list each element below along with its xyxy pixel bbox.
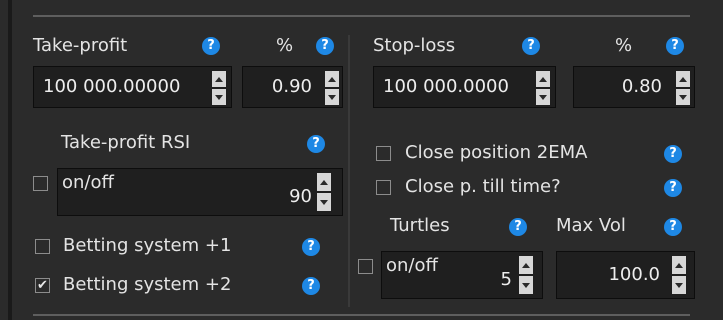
- arrow-down-icon: [675, 282, 683, 288]
- turtles-checkbox[interactable]: [358, 259, 373, 274]
- take-profit-percent-help-icon[interactable]: ?: [316, 37, 334, 55]
- take-profit-rsi-value: 90: [289, 185, 312, 207]
- take-profit-rsi-help-icon[interactable]: ?: [307, 135, 325, 153]
- take-profit-rsi-checkbox[interactable]: [33, 176, 48, 191]
- close-till-time-checkbox[interactable]: [376, 180, 391, 195]
- arrow-up-icon: [328, 76, 336, 82]
- turtles-spinner[interactable]: [519, 256, 533, 294]
- column-divider: [348, 35, 350, 307]
- take-profit-percent-increment-button[interactable]: [325, 71, 339, 87]
- close-till-time-label: Close p. till time?: [405, 176, 561, 197]
- max-vol-value: 100.0: [608, 264, 660, 285]
- stop-loss-decrement-button[interactable]: [536, 89, 550, 105]
- stop-loss-percent-decrement-button[interactable]: [676, 89, 690, 105]
- turtles-field[interactable]: on/off 5: [381, 251, 543, 299]
- close-position-2ema-label: Close position 2EMA: [405, 142, 588, 163]
- arrow-down-icon: [679, 94, 687, 100]
- take-profit-increment-button[interactable]: [212, 71, 226, 87]
- stop-loss-percent-help-icon[interactable]: ?: [666, 37, 684, 55]
- max-vol-spinner[interactable]: [672, 256, 686, 294]
- betting-system-2-checkbox[interactable]: ✔: [35, 278, 50, 293]
- take-profit-label: Take-profit: [33, 35, 128, 56]
- turtles-decrement-button[interactable]: [519, 276, 533, 294]
- stop-loss-label: Stop-loss: [373, 35, 456, 56]
- take-profit-percent-spinner[interactable]: [325, 71, 339, 105]
- turtles-toggle-label: on/off: [386, 255, 438, 276]
- arrow-down-icon: [539, 94, 547, 100]
- arrow-up-icon: [675, 262, 683, 268]
- stop-loss-value-field[interactable]: 100 000.0000: [373, 66, 556, 108]
- close-till-time-help-icon[interactable]: ?: [664, 179, 682, 197]
- close-position-2ema-checkbox[interactable]: [376, 146, 391, 161]
- arrow-up-icon: [539, 76, 547, 82]
- arrow-up-icon: [215, 76, 223, 82]
- stop-loss-help-icon[interactable]: ?: [522, 37, 540, 55]
- stop-loss-percent-spinner[interactable]: [676, 71, 690, 105]
- betting-system-2-help-icon[interactable]: ?: [302, 277, 320, 295]
- take-profit-percent-decrement-button[interactable]: [325, 89, 339, 105]
- stop-loss-percent-label: %: [615, 35, 633, 56]
- betting-system-1-label: Betting system +1: [63, 235, 232, 256]
- panel-bottom-border: [33, 314, 690, 316]
- take-profit-spinner[interactable]: [212, 71, 226, 105]
- close-position-2ema-help-icon[interactable]: ?: [664, 145, 682, 163]
- max-vol-help-icon[interactable]: ?: [664, 218, 682, 236]
- betting-system-1-checkbox[interactable]: [35, 239, 50, 254]
- take-profit-percent-field[interactable]: 0.90: [242, 66, 343, 108]
- arrow-up-icon: [320, 179, 328, 185]
- take-profit-rsi-field[interactable]: on/off 90: [57, 168, 343, 216]
- arrow-down-icon: [328, 94, 336, 100]
- take-profit-rsi-spinner[interactable]: [317, 173, 331, 211]
- stop-loss-percent-value: 0.80: [621, 76, 662, 97]
- arrow-down-icon: [522, 282, 530, 288]
- arrow-down-icon: [320, 199, 328, 205]
- turtles-label: Turtles: [390, 215, 450, 236]
- max-vol-label: Max Vol: [556, 215, 626, 236]
- max-vol-increment-button[interactable]: [672, 256, 686, 274]
- stop-loss-percent-increment-button[interactable]: [676, 71, 690, 87]
- take-profit-percent-label: %: [276, 35, 294, 56]
- take-profit-rsi-label: Take-profit RSI: [61, 132, 191, 153]
- betting-system-1-help-icon[interactable]: ?: [302, 238, 320, 256]
- panel-top-border: [33, 15, 690, 17]
- turtles-increment-button[interactable]: [519, 256, 533, 274]
- stop-loss-increment-button[interactable]: [536, 71, 550, 87]
- stop-loss-percent-field[interactable]: 0.80: [573, 66, 695, 108]
- take-profit-decrement-button[interactable]: [212, 89, 226, 105]
- betting-system-2-label: Betting system +2: [63, 274, 232, 295]
- panel-left-border: [8, 0, 12, 320]
- take-profit-value-field[interactable]: 100 000.00000: [33, 66, 232, 108]
- take-profit-rsi-decrement-button[interactable]: [317, 193, 331, 211]
- take-profit-percent-value: 0.90: [271, 76, 312, 97]
- stop-loss-spinner[interactable]: [536, 71, 550, 105]
- take-profit-value: 100 000.00000: [43, 76, 181, 97]
- arrow-up-icon: [522, 262, 530, 268]
- max-vol-decrement-button[interactable]: [672, 276, 686, 294]
- take-profit-help-icon[interactable]: ?: [202, 37, 220, 55]
- turtles-value: 5: [500, 268, 512, 290]
- arrow-up-icon: [679, 76, 687, 82]
- take-profit-rsi-toggle-label: on/off: [62, 172, 114, 193]
- stop-loss-value: 100 000.0000: [383, 76, 509, 97]
- take-profit-rsi-increment-button[interactable]: [317, 173, 331, 191]
- max-vol-field[interactable]: 100.0: [556, 251, 695, 299]
- turtles-help-icon[interactable]: ?: [509, 218, 527, 236]
- arrow-down-icon: [215, 94, 223, 100]
